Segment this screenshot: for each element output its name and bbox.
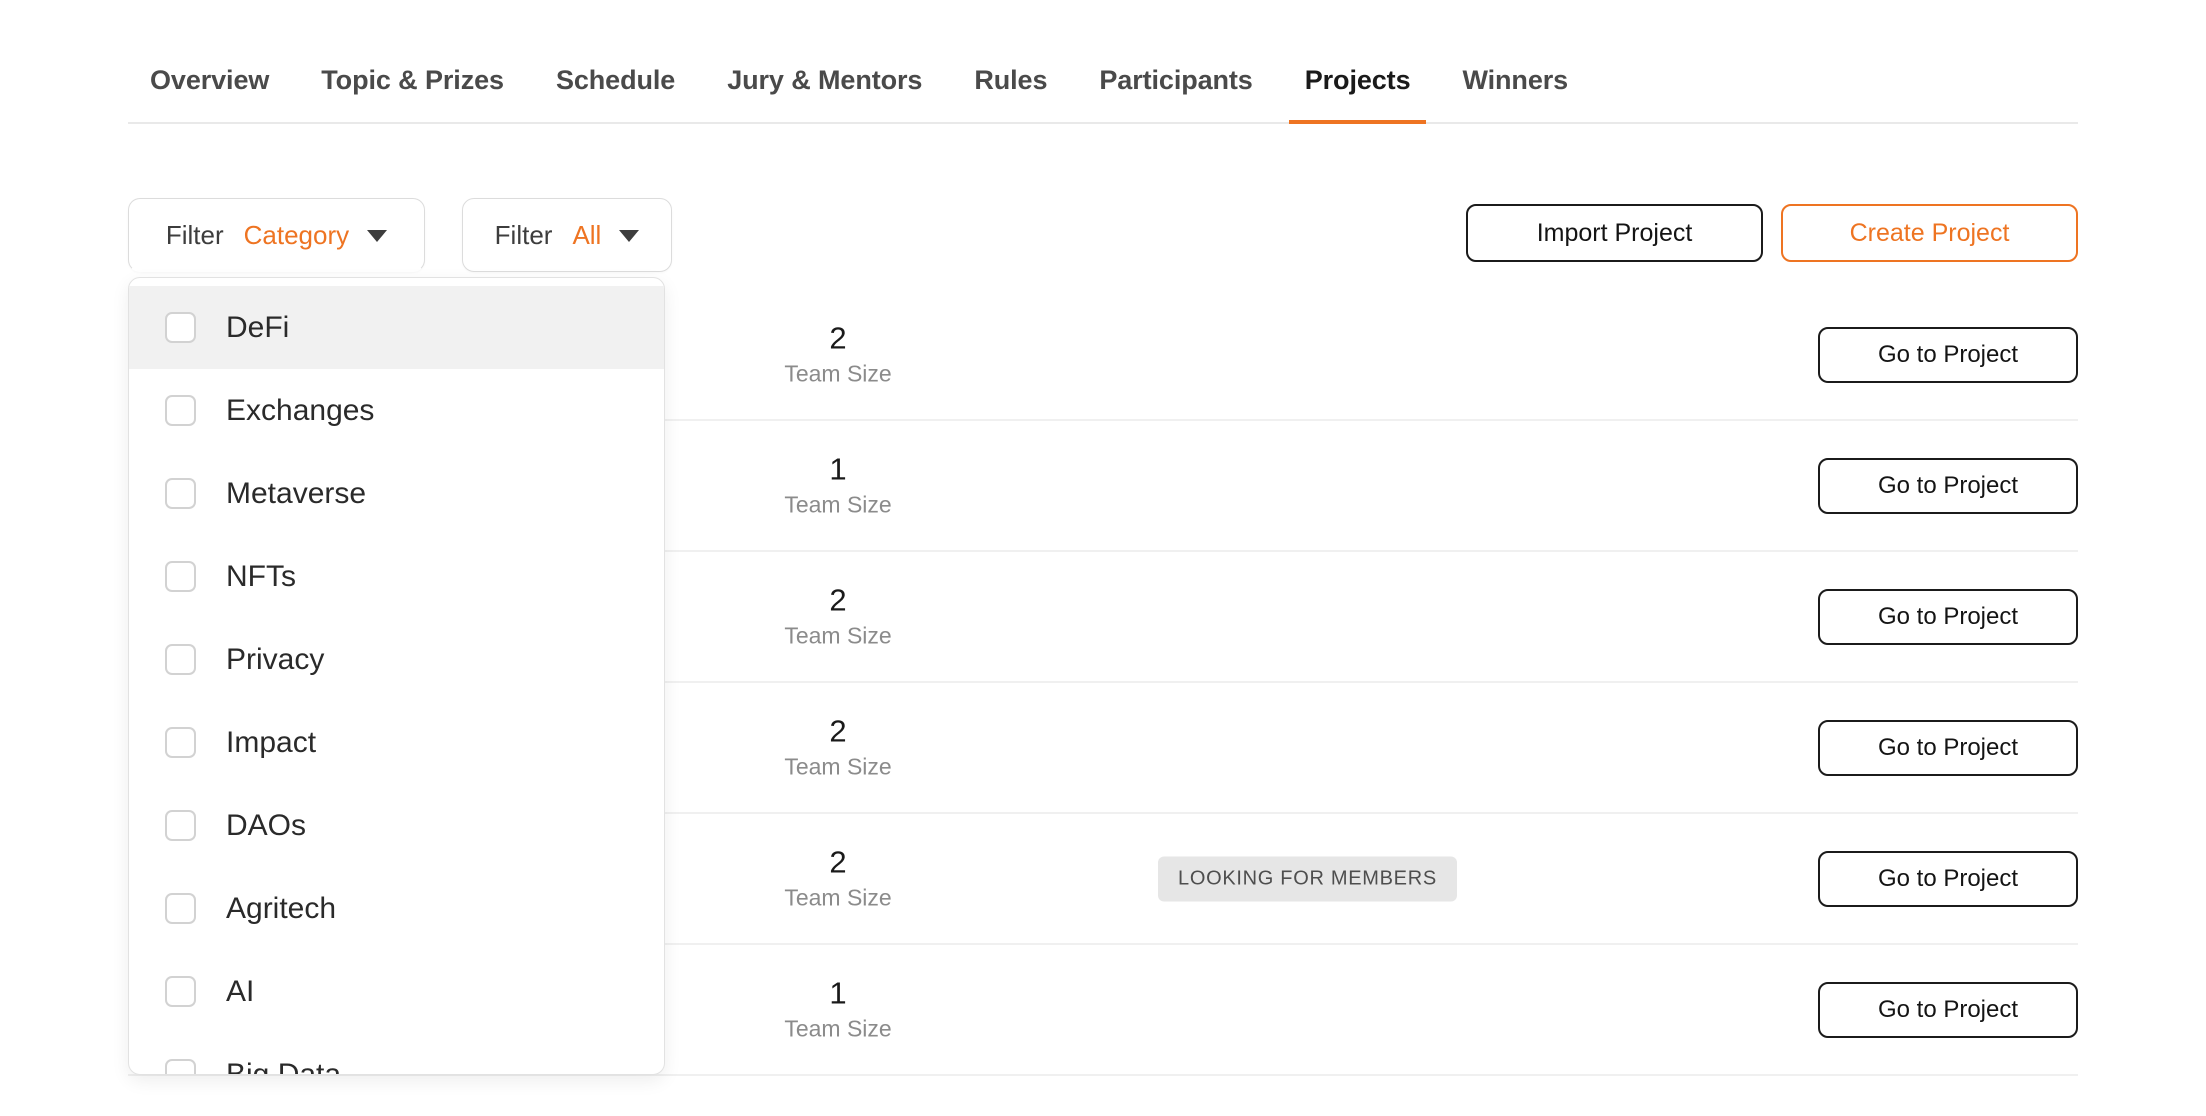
category-option-list: DeFi Exchanges Metaverse NFTs Privacy Impact D…	[129, 286, 664, 1074]
goto-project-button[interactable]: Go to Project	[1818, 326, 2078, 383]
category-option-label: Metaverse	[226, 476, 367, 510]
goto-project-button[interactable]: Go to Project	[1818, 981, 2078, 1038]
team-size-cell: 2 Team Size	[758, 582, 918, 651]
checkbox-icon[interactable]	[165, 976, 196, 1007]
category-option-nfts[interactable]: NFTs	[129, 535, 664, 618]
team-size-count: 2	[829, 843, 847, 879]
category-option-label: Impact	[226, 725, 317, 759]
team-size-cell: 1 Team Size	[758, 975, 918, 1044]
team-size-cell: 2 Team Size	[758, 320, 918, 389]
team-size-cell: 1 Team Size	[758, 451, 918, 520]
status-badge: LOOKING FOR MEMBERS	[1158, 856, 1457, 901]
checkbox-icon[interactable]	[165, 312, 196, 343]
team-size-label: Team Size	[784, 1015, 892, 1042]
team-size-label: Team Size	[784, 884, 892, 911]
filter-all-value: All	[572, 219, 602, 250]
filter-category-prefix: Filter	[165, 219, 224, 250]
tab-winners[interactable]: Winners	[1436, 65, 1594, 122]
chevron-down-icon	[619, 230, 640, 242]
checkbox-icon[interactable]	[165, 727, 196, 758]
checkbox-icon[interactable]	[165, 810, 196, 841]
goto-project-cell: Go to Project	[1818, 719, 2078, 776]
category-option-big-data[interactable]: Big Data	[129, 1033, 664, 1075]
tab-projects[interactable]: Projects	[1279, 65, 1437, 124]
import-project-button[interactable]: Import Project	[1466, 204, 1763, 262]
primary-tab-nav: Overview Topic & Prizes Schedule Jury & Men…	[128, 0, 2078, 124]
category-option-exchanges[interactable]: Exchanges	[129, 369, 664, 452]
tab-overview[interactable]: Overview	[128, 65, 295, 122]
filter-all-dropdown-button[interactable]: Filter All	[462, 198, 672, 272]
tab-jury-mentors[interactable]: Jury & Mentors	[701, 65, 948, 122]
goto-project-button[interactable]: Go to Project	[1818, 457, 2078, 514]
team-size-count: 2	[829, 712, 847, 748]
tab-schedule[interactable]: Schedule	[530, 65, 701, 122]
category-option-defi[interactable]: DeFi	[129, 286, 664, 369]
tab-list: Overview Topic & Prizes Schedule Jury & Men…	[128, 65, 1594, 124]
team-size-cell: 2 Team Size	[758, 713, 918, 782]
create-project-button[interactable]: Create Project	[1781, 204, 2078, 262]
team-size-count: 1	[829, 450, 847, 486]
category-option-ai[interactable]: AI	[129, 950, 664, 1033]
tab-rules[interactable]: Rules	[948, 65, 1073, 122]
toolbar-actions: Import Project Create Project	[1466, 198, 2078, 262]
team-size-label: Team Size	[784, 491, 892, 518]
tab-participants[interactable]: Participants	[1073, 65, 1278, 122]
category-filter-dropdown-panel[interactable]: DeFi Exchanges Metaverse NFTs Privacy Impact D…	[128, 277, 665, 1075]
category-option-label: Exchanges	[226, 393, 375, 427]
goto-project-cell: Go to Project	[1818, 326, 2078, 383]
filter-all-prefix: Filter	[494, 219, 553, 250]
checkbox-icon[interactable]	[165, 1059, 196, 1074]
projects-toolbar: Filter Category Filter All Import Projec…	[128, 198, 2078, 272]
category-option-label: AI	[226, 974, 255, 1008]
checkbox-icon[interactable]	[165, 478, 196, 509]
team-size-label: Team Size	[784, 622, 892, 649]
team-size-cell: 2 Team Size	[758, 844, 918, 913]
team-size-label: Team Size	[784, 753, 892, 780]
tab-topic-prizes[interactable]: Topic & Prizes	[295, 65, 530, 122]
category-option-metaverse[interactable]: Metaverse	[129, 452, 664, 535]
category-option-agritech[interactable]: Agritech	[129, 867, 664, 950]
category-option-impact[interactable]: Impact	[129, 701, 664, 784]
category-option-label: Big Data	[226, 1057, 342, 1075]
checkbox-icon[interactable]	[165, 395, 196, 426]
category-option-privacy[interactable]: Privacy	[129, 618, 664, 701]
filter-category-dropdown-button[interactable]: Filter Category	[128, 198, 425, 272]
team-size-count: 2	[829, 581, 847, 617]
team-size-count: 2	[829, 319, 847, 355]
chevron-down-icon	[367, 230, 388, 242]
goto-project-button[interactable]: Go to Project	[1818, 719, 2078, 776]
goto-project-cell: Go to Project	[1818, 850, 2078, 907]
goto-project-button[interactable]: Go to Project	[1818, 850, 2078, 907]
category-option-label: DeFi	[226, 310, 290, 344]
goto-project-cell: Go to Project	[1818, 981, 2078, 1038]
category-option-label: DAOs	[226, 808, 307, 842]
category-option-label: Agritech	[226, 891, 337, 925]
status-badge-cell: LOOKING FOR MEMBERS	[1158, 856, 1457, 901]
filter-category-value: Category	[243, 219, 350, 250]
goto-project-cell: Go to Project	[1818, 588, 2078, 645]
goto-project-button[interactable]: Go to Project	[1818, 588, 2078, 645]
checkbox-icon[interactable]	[165, 561, 196, 592]
category-option-label: Privacy	[226, 642, 325, 676]
category-option-label: NFTs	[226, 559, 296, 593]
category-option-daos[interactable]: DAOs	[129, 784, 664, 867]
goto-project-cell: Go to Project	[1818, 457, 2078, 514]
checkbox-icon[interactable]	[165, 893, 196, 924]
team-size-label: Team Size	[784, 360, 892, 387]
team-size-count: 1	[829, 974, 847, 1010]
checkbox-icon[interactable]	[165, 644, 196, 675]
projects-page: Overview Topic & Prizes Schedule Jury & Men…	[0, 0, 2206, 1116]
